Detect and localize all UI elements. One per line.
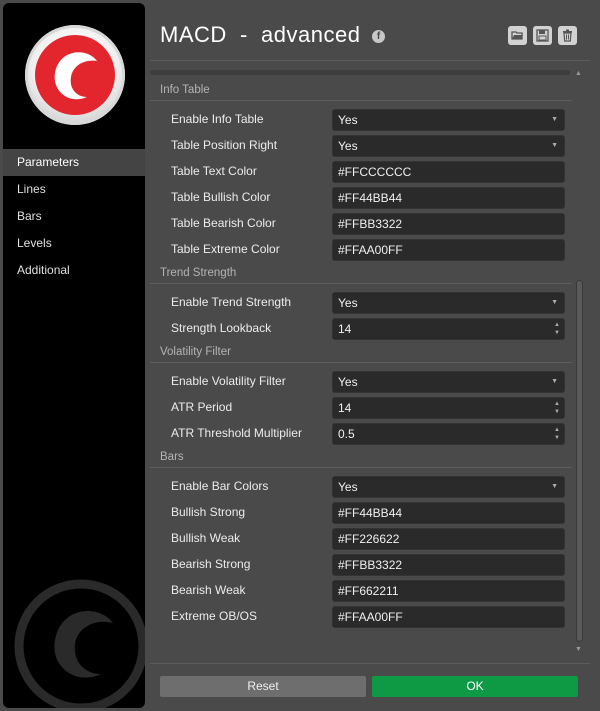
param-row: Enable Volatility Filter Yes ▼: [150, 369, 572, 395]
section-title-info-table: Info Table: [150, 80, 572, 101]
table-extreme-color-input[interactable]: #FFAA00FF: [332, 239, 565, 261]
sidebar-item-levels[interactable]: Levels: [3, 230, 145, 257]
vertical-scrollbar[interactable]: [576, 280, 583, 642]
enable-bar-colors-select[interactable]: Yes ▼: [332, 476, 565, 498]
param-label: Bearish Weak: [171, 583, 246, 597]
section-title-bars: Bars: [150, 447, 572, 468]
sidebar-nav: Parameters Lines Bars Levels Additional: [3, 149, 145, 284]
param-row: ATR Threshold Multiplier 0.5 ▲ ▼: [150, 421, 572, 447]
param-row: Bullish Weak #FF226622: [150, 526, 572, 552]
spinner-arrows-icon[interactable]: ▲ ▼: [553, 400, 561, 416]
chevron-down-icon: ▼: [551, 378, 558, 385]
table-bullish-color-input[interactable]: #FF44BB44: [332, 187, 565, 209]
sidebar-item-lines[interactable]: Lines: [3, 176, 145, 203]
sidebar: Parameters Lines Bars Levels Additional: [3, 3, 145, 708]
param-label: Table Text Color: [171, 164, 257, 178]
param-label: Enable Bar Colors: [171, 479, 269, 493]
param-label: Bullish Strong: [171, 505, 246, 519]
param-label: ATR Period: [171, 400, 233, 414]
section-title-volatility-filter: Volatility Filter: [150, 342, 572, 363]
param-label: Table Extreme Color: [171, 242, 280, 256]
param-row: Bearish Weak #FF662211: [150, 578, 572, 604]
param-label: Table Position Right: [171, 138, 278, 152]
atr-threshold-multiplier-stepper[interactable]: 0.5 ▲ ▼: [332, 423, 565, 445]
sidebar-item-parameters[interactable]: Parameters: [3, 149, 145, 176]
param-row: Table Bullish Color #FF44BB44: [150, 185, 572, 211]
header-divider: [150, 60, 590, 61]
param-row: Table Extreme Color #FFAA00FF: [150, 237, 572, 263]
chevron-down-icon: ▼: [551, 116, 558, 123]
brand-logo: [25, 25, 125, 125]
param-label: Bullish Weak: [171, 531, 241, 545]
dialog-title: MACD - advanced: [160, 22, 361, 47]
param-row: Extreme OB/OS #FFAA00FF: [150, 604, 572, 630]
param-row: ATR Period 14 ▲ ▼: [150, 395, 572, 421]
horizontal-separator: [150, 70, 570, 75]
param-row: Bearish Strong #FFBB3322: [150, 552, 572, 578]
param-label: Enable Volatility Filter: [171, 374, 286, 388]
spinner-arrows-icon[interactable]: ▲ ▼: [553, 426, 561, 442]
enable-trend-strength-select[interactable]: Yes ▼: [332, 292, 565, 314]
param-label: Enable Trend Strength: [171, 295, 292, 309]
param-label: Table Bearish Color: [171, 216, 276, 230]
table-text-color-input[interactable]: #FFCCCCCC: [332, 161, 565, 183]
param-row: Enable Info Table Yes ▼: [150, 107, 572, 133]
reset-button[interactable]: Reset: [160, 676, 366, 697]
sidebar-item-bars[interactable]: Bars: [3, 203, 145, 230]
chevron-down-icon: ▼: [551, 299, 558, 306]
chevron-down-icon: ▼: [551, 483, 558, 490]
table-bearish-color-input[interactable]: #FFBB3322: [332, 213, 565, 235]
enable-info-table-select[interactable]: Yes ▼: [332, 109, 565, 131]
param-label: Bearish Strong: [171, 557, 251, 571]
trash-icon[interactable]: [558, 26, 577, 45]
param-label: Extreme OB/OS: [171, 609, 258, 623]
bullish-strong-color-input[interactable]: #FF44BB44: [332, 502, 565, 524]
param-row: Table Bearish Color #FFBB3322: [150, 211, 572, 237]
scroll-up-icon[interactable]: ▲: [575, 70, 582, 77]
footer-divider: [150, 663, 590, 664]
chevron-down-icon: ▼: [551, 142, 558, 149]
spinner-arrows-icon[interactable]: ▲ ▼: [553, 321, 561, 337]
bearish-strong-color-input[interactable]: #FFBB3322: [332, 554, 565, 576]
param-row: Table Text Color #FFCCCCCC: [150, 159, 572, 185]
atr-period-stepper[interactable]: 14 ▲ ▼: [332, 397, 565, 419]
param-row: Enable Trend Strength Yes ▼: [150, 290, 572, 316]
settings-dialog: Parameters Lines Bars Levels Additional …: [0, 0, 600, 711]
param-label: Strength Lookback: [171, 321, 272, 335]
ok-button[interactable]: OK: [372, 676, 578, 697]
enable-volatility-filter-select[interactable]: Yes ▼: [332, 371, 565, 393]
param-row: Enable Bar Colors Yes ▼: [150, 474, 572, 500]
bullish-weak-color-input[interactable]: #FF226622: [332, 528, 565, 550]
parameters-panel: Info Table Enable Info Table Yes ▼ Table …: [150, 80, 572, 630]
param-label: ATR Threshold Multiplier: [171, 426, 302, 440]
section-title-trend-strength: Trend Strength: [150, 263, 572, 284]
folder-open-icon[interactable]: [508, 26, 527, 45]
param-row: Table Position Right Yes ▼: [150, 133, 572, 159]
param-row: Bullish Strong #FF44BB44: [150, 500, 572, 526]
extreme-ob-os-color-input[interactable]: #FFAA00FF: [332, 606, 565, 628]
table-position-right-select[interactable]: Yes ▼: [332, 135, 565, 157]
sidebar-item-additional[interactable]: Additional: [3, 257, 145, 284]
save-icon[interactable]: [533, 26, 552, 45]
bearish-weak-color-input[interactable]: #FF662211: [332, 580, 565, 602]
param-row: Strength Lookback 14 ▲ ▼: [150, 316, 572, 342]
strength-lookback-stepper[interactable]: 14 ▲ ▼: [332, 318, 565, 340]
facebook-icon[interactable]: f: [372, 30, 385, 43]
param-label: Table Bullish Color: [171, 190, 271, 204]
param-label: Enable Info Table: [171, 112, 264, 126]
brand-watermark-icon: [13, 578, 145, 708]
scroll-down-icon[interactable]: ▼: [575, 646, 582, 653]
